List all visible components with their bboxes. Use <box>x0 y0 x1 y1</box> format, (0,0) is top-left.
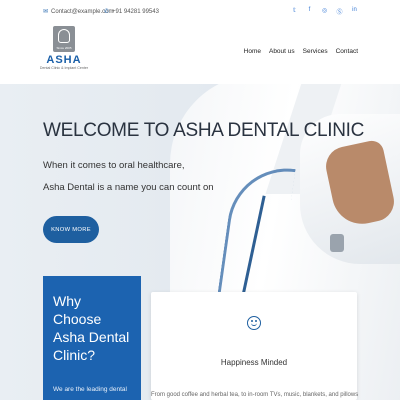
tooth-icon <box>58 29 70 43</box>
nav-about[interactable]: About us <box>269 48 295 55</box>
feature-text: From good coffee and herbal tea, to in-r… <box>151 392 359 398</box>
phone-text: +91 94281 99543 <box>112 8 159 15</box>
main-nav: Home About us Services Contact <box>244 48 358 55</box>
hero-title: WELCOME TO ASHA DENTAL CLINIC <box>43 120 365 141</box>
why-choose-title: Why Choose Asha Dental Clinic? <box>53 293 130 363</box>
logo-badge: Since 2005 <box>53 26 75 52</box>
hero-subtitle-line-1: When it comes to oral healthcare, <box>43 160 185 171</box>
know-more-button[interactable]: KNOW MORE <box>43 216 99 243</box>
nav-home[interactable]: Home <box>244 48 261 55</box>
nav-services[interactable]: Services <box>303 48 328 55</box>
phone-contact[interactable]: ✆ +91 94281 99543 <box>104 8 159 16</box>
logo-badge-text: Since 2005 <box>56 46 72 50</box>
feature-card: Happiness Minded From good coffee and he… <box>151 292 359 400</box>
site-header: Since 2005 ASHA Dental Clinic & Implant … <box>0 24 400 84</box>
nav-contact[interactable]: Contact <box>336 48 358 55</box>
envelope-icon: ✉ <box>43 9 49 15</box>
wristwatch-image <box>330 234 344 252</box>
email-contact[interactable]: ✉ Contact@example.com <box>43 8 113 16</box>
hero-subtitle-line-2: Asha Dental is a name you can count on <box>43 182 214 193</box>
logo-name: ASHA <box>46 54 82 66</box>
logo-tagline: Dental Clinic & Implant Center <box>39 66 89 70</box>
skype-icon[interactable]: Ⓢ <box>336 7 343 16</box>
why-choose-text: We are the leading dental <box>53 386 127 393</box>
clinic-logo[interactable]: Since 2005 ASHA Dental Clinic & Implant … <box>36 26 92 70</box>
phone-icon: ✆ <box>104 9 110 15</box>
linkedin-icon[interactable]: in <box>351 7 358 16</box>
twitter-icon[interactable]: 𝕥 <box>291 7 298 16</box>
why-choose-card: Why Choose Asha Dental Clinic? We are th… <box>43 276 141 400</box>
feature-title: Happiness Minded <box>220 358 288 367</box>
social-links: 𝕥 f ◎ Ⓢ in <box>291 7 358 16</box>
facebook-icon[interactable]: f <box>306 7 313 16</box>
top-bar: ✉ Contact@example.com ✆ +91 94281 99543 … <box>0 0 400 24</box>
smiley-icon <box>247 316 261 330</box>
instagram-icon[interactable]: ◎ <box>321 7 328 16</box>
